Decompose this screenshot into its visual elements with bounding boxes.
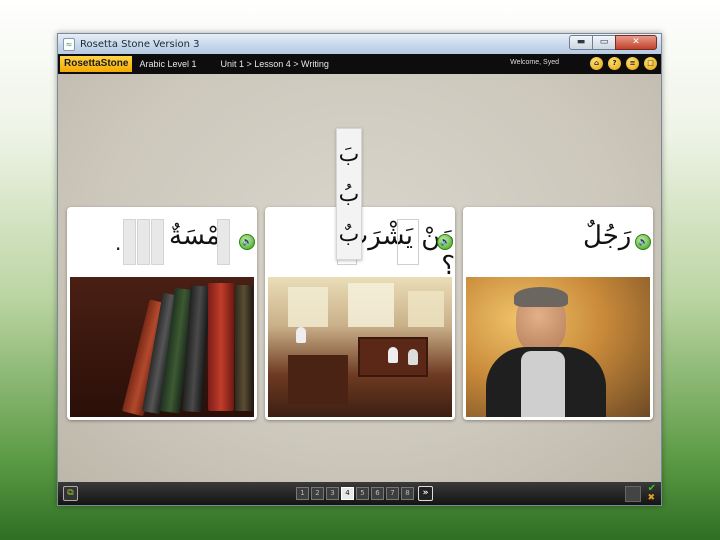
home-icon[interactable]: ⌂: [590, 57, 603, 70]
close-button[interactable]: ✕: [615, 35, 657, 50]
rosetta-stone-logo[interactable]: RosettaStone: [60, 56, 133, 72]
screen-pager: 1 2 3 4 5 6 7 8 »: [296, 486, 433, 501]
page-button-8[interactable]: 8: [401, 487, 414, 500]
nav-icon-group: ⌂ ? ≡ □: [585, 57, 657, 70]
answer-card-1[interactable]: . ـمْسَةٌ 🔊: [67, 207, 257, 420]
lesson-area: . ـمْسَةٌ 🔊 مَنْ يَشْرَبُ ؟ 🔊 رَجُلٌ 🔊 ب…: [58, 74, 661, 482]
letter-tile-strip: بَ بُ بٌ: [336, 128, 362, 260]
book-spine: [235, 285, 253, 411]
books-photo: [70, 277, 254, 417]
page-button-4[interactable]: 4: [341, 487, 354, 500]
sentence-period: .: [115, 231, 122, 255]
window-pane: [408, 291, 444, 327]
title-bar[interactable]: ≈ Rosetta Stone Version 3 ▬ ▭ ✕: [58, 34, 661, 54]
speaker-icon[interactable]: 🔊: [635, 234, 651, 250]
bottom-bar: ⧉ 1 2 3 4 5 6 7 8 » ✔ ✖: [58, 482, 661, 505]
minimize-button[interactable]: ▬: [569, 35, 593, 50]
app-window: ≈ Rosetta Stone Version 3 ▬ ▭ ✕ RosettaS…: [57, 33, 662, 506]
man-photo: [466, 277, 650, 417]
blank-slot[interactable]: [397, 219, 419, 265]
cafe-photo: [268, 277, 452, 417]
book-spine: [208, 283, 234, 411]
screen-icon[interactable]: ⧉: [63, 486, 78, 501]
page-button-6[interactable]: 6: [371, 487, 384, 500]
window-controls: ▬ ▭ ✕: [569, 35, 657, 50]
page-button-5[interactable]: 5: [356, 487, 369, 500]
page-button-3[interactable]: 3: [326, 487, 339, 500]
page-button-1[interactable]: 1: [296, 487, 309, 500]
window-pane: [348, 283, 394, 327]
answer-box[interactable]: [625, 486, 641, 502]
person: [388, 347, 398, 363]
shirt: [521, 351, 565, 417]
window-pane: [288, 287, 328, 327]
course-level[interactable]: Arabic Level 1: [139, 59, 196, 69]
table: [288, 355, 348, 405]
window-icon[interactable]: □: [644, 57, 657, 70]
hair: [514, 287, 568, 307]
speaker-icon[interactable]: 🔊: [239, 234, 255, 250]
x-icon: ✖: [647, 493, 655, 503]
blank-slot[interactable]: [217, 219, 230, 265]
letter-tile[interactable]: بٌ: [337, 215, 361, 255]
app-icon: ≈: [63, 37, 75, 51]
answer-card-3[interactable]: رَجُلٌ 🔊: [463, 207, 653, 420]
speaker-icon[interactable]: 🔊: [437, 234, 453, 250]
page-button-7[interactable]: 7: [386, 487, 399, 500]
maximize-button[interactable]: ▭: [592, 35, 616, 50]
menu-icon[interactable]: ≡: [626, 57, 639, 70]
welcome-text: Welcome, Syed: [510, 59, 559, 66]
breadcrumb[interactable]: Unit 1 > Lesson 4 > Writing: [221, 59, 329, 69]
person: [408, 349, 418, 365]
next-page-button[interactable]: »: [418, 486, 433, 501]
window-title: Rosetta Stone Version 3: [80, 38, 200, 50]
top-nav-bar: RosettaStone Arabic Level 1 Unit 1 > Les…: [58, 54, 661, 74]
blank-slot[interactable]: [151, 219, 164, 265]
arabic-text: رَجُلٌ: [583, 221, 632, 251]
letter-tile[interactable]: بُ: [337, 175, 361, 215]
page-button-2[interactable]: 2: [311, 487, 324, 500]
letter-tile[interactable]: بَ: [337, 135, 361, 175]
blank-slot[interactable]: [123, 219, 136, 265]
blank-slot[interactable]: [137, 219, 150, 265]
person: [296, 327, 306, 343]
help-icon[interactable]: ?: [608, 57, 621, 70]
